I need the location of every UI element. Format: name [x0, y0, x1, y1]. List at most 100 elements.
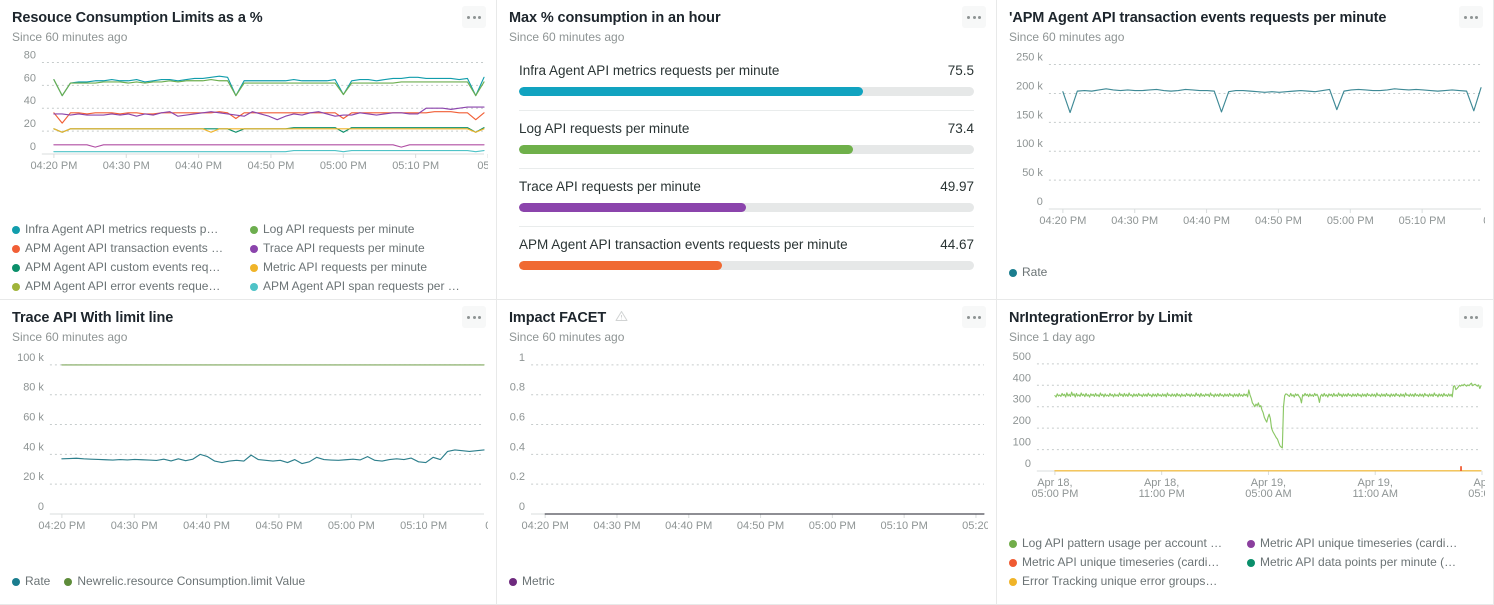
x-axis-tick-label: 05:10 PM — [400, 520, 447, 532]
line-chart-nrintegrationerror[interactable]: 0100200300400500Apr 18,05:00 PMApr 18,11… — [997, 345, 1493, 505]
legend-item[interactable]: Metric API requests per minute — [250, 258, 488, 277]
x-axis-tick-label: 04:20 PM — [522, 520, 569, 532]
legend-item[interactable]: Infra Agent API metrics requests p… — [12, 220, 250, 239]
x-axis-tick-label: 05:20 — [962, 520, 988, 532]
bar-list-row[interactable]: Infra Agent API metrics requests per min… — [519, 61, 974, 96]
ellipsis-icon — [1464, 16, 1467, 19]
y-axis-tick-label: 300 — [1013, 394, 1031, 406]
bar-row-value: 49.97 — [940, 179, 974, 194]
y-axis-tick-label: 1 — [519, 352, 525, 364]
panel-menu-button[interactable] — [962, 306, 986, 328]
panel-subtitle: Since 60 minutes ago — [12, 330, 482, 345]
chart-series-line — [54, 76, 484, 95]
legend-color-dot — [1009, 578, 1017, 586]
legend-color-dot — [250, 245, 258, 253]
y-axis-tick-label: 400 — [1013, 373, 1031, 385]
legend-item[interactable]: Rate — [1009, 263, 1047, 282]
panel-title: Resouce Consumption Limits as a % — [12, 9, 263, 27]
x-axis-tick-label: 05:10 PM — [1399, 215, 1446, 227]
legend-item-label: APM Agent API transaction events … — [25, 239, 223, 258]
legend-color-dot — [1247, 540, 1255, 548]
y-axis-tick-label: 0.2 — [510, 471, 525, 483]
legend-item[interactable]: Metric — [509, 572, 555, 591]
line-chart-trace-api[interactable]: 020 k40 k60 k80 k100 k04:20 PM04:30 PM04… — [0, 345, 496, 540]
legend-item[interactable]: APM Agent API span requests per … — [250, 277, 488, 296]
legend-color-dot — [64, 578, 72, 586]
x-axis-tick-label: 05:00 PM — [328, 520, 375, 532]
legend-item[interactable]: APM Agent API transaction events … — [12, 239, 250, 258]
legend-item[interactable]: Newrelic.resource Consumption.limit Valu… — [64, 572, 305, 591]
chart-legend: Rate Newrelic.resource Consumption.limit … — [12, 572, 488, 591]
legend-item-label: Metric API requests per minute — [263, 258, 427, 277]
legend-item-label: Metric API unique timeseries (cardi… — [1022, 553, 1219, 572]
legend-item[interactable]: Error Tracking unique error groups… — [1009, 572, 1247, 591]
chart-series-line — [62, 450, 484, 464]
line-chart-apm-transaction-events[interactable]: 050 k100 k150 k200 k250 k04:20 PM04:30 P… — [997, 45, 1493, 235]
legend-item[interactable]: APM Agent API error events reque… — [12, 277, 250, 296]
x-axis-tick-label: 05:10 PM — [392, 160, 439, 172]
x-axis-tick-label: 05:00 AM — [1245, 488, 1291, 500]
y-axis-tick-label: 0.4 — [510, 442, 525, 454]
panel-subtitle: Since 60 minutes ago — [1009, 30, 1479, 45]
bar-fill — [519, 145, 853, 154]
legend-item[interactable]: Trace API requests per minute — [250, 239, 488, 258]
legend-item-label: Newrelic.resource Consumption.limit Valu… — [77, 572, 305, 591]
ellipsis-icon — [478, 16, 481, 19]
legend-item-label: APM Agent API span requests per … — [263, 277, 460, 296]
legend-item-label: APM Agent API error events reque… — [25, 277, 220, 296]
panel-menu-button[interactable] — [962, 6, 986, 28]
legend-item-label: Metric API unique timeseries (cardi… — [1260, 534, 1457, 553]
legend-item[interactable]: Rate — [12, 572, 50, 591]
x-axis-tick-label: 11:00 AM — [1352, 488, 1397, 500]
legend-color-dot — [12, 264, 20, 272]
x-axis-tick-label: 04:30 PM — [111, 520, 158, 532]
panel-header: Max % consumption in an hour Since 60 mi… — [497, 0, 996, 45]
legend-color-dot — [1009, 559, 1017, 567]
bar-row-value: 73.4 — [948, 121, 974, 136]
bar-list: Infra Agent API metrics requests per min… — [497, 45, 996, 270]
panel-header: 'APM Agent API transaction events reques… — [997, 0, 1493, 45]
ellipsis-icon — [478, 316, 481, 319]
panel-subtitle: Since 60 minutes ago — [509, 330, 982, 345]
legend-item[interactable]: APM Agent API custom events req… — [12, 258, 250, 277]
bar-track — [519, 87, 974, 96]
x-axis-tick-label: 05:00 PM — [809, 520, 856, 532]
y-axis-tick-label: 60 k — [23, 412, 44, 424]
panel-trace-api-limit-line: Trace API With limit line Since 60 minut… — [0, 300, 497, 605]
legend-color-dot — [12, 226, 20, 234]
x-axis-tick-label: 04:50 PM — [255, 520, 302, 532]
chart-series-line — [54, 129, 484, 132]
legend-item-label: Error Tracking unique error groups… — [1022, 572, 1217, 591]
legend-item[interactable]: Log API requests per minute — [250, 220, 488, 239]
panel-menu-button[interactable] — [462, 306, 486, 328]
legend-item[interactable]: Metric API unique timeseries (cardi… — [1009, 553, 1247, 572]
x-axis-tick-label: 04:30 PM — [1111, 215, 1158, 227]
y-axis-tick-label: 500 — [1013, 351, 1031, 363]
x-axis-tick-label: 04:20 PM — [30, 160, 77, 172]
legend-item[interactable]: Metric API unique timeseries (cardi… — [1247, 534, 1485, 553]
ellipsis-icon — [978, 316, 981, 319]
bar-list-row[interactable]: Log API requests per minute73.4 — [519, 110, 974, 154]
panel-subtitle: Since 60 minutes ago — [509, 30, 982, 45]
panel-header: NrIntegrationError by Limit Since 1 day … — [997, 300, 1493, 345]
bar-list-row[interactable]: Trace API requests per minute 49.97 — [519, 168, 974, 212]
x-axis-tick-label: 04:20 PM — [38, 520, 85, 532]
panel-menu-button[interactable] — [1459, 6, 1483, 28]
legend-item[interactable]: Log API pattern usage per account … — [1009, 534, 1247, 553]
panel-apm-transaction-events: 'APM Agent API transaction events reques… — [997, 0, 1494, 300]
y-axis-tick-label: 80 — [24, 50, 36, 62]
legend-item-label: APM Agent API custom events req… — [25, 258, 220, 277]
y-axis-tick-label: 20 — [24, 118, 36, 130]
legend-item[interactable]: Metric API data points per minute (… — [1247, 553, 1485, 572]
line-chart-resource-consumption[interactable]: 02040608004:20 PM04:30 PM04:40 PM04:50 P… — [0, 45, 496, 180]
x-axis-tick-label: 05:2 — [1483, 215, 1485, 227]
bar-row-label: Trace API requests per minute — [519, 179, 701, 194]
panel-menu-button[interactable] — [1459, 306, 1483, 328]
ellipsis-icon — [967, 16, 970, 19]
chart-legend: Infra Agent API metrics requests p…Log A… — [12, 220, 488, 296]
panel-title: Impact FACET — [509, 309, 606, 327]
panel-menu-button[interactable] — [462, 6, 486, 28]
line-chart-impact-facet[interactable]: 00.20.40.60.8104:20 PM04:30 PM04:40 PM04… — [497, 345, 996, 540]
bar-fill — [519, 203, 746, 212]
bar-list-row[interactable]: APM Agent API transaction events request… — [519, 226, 974, 270]
